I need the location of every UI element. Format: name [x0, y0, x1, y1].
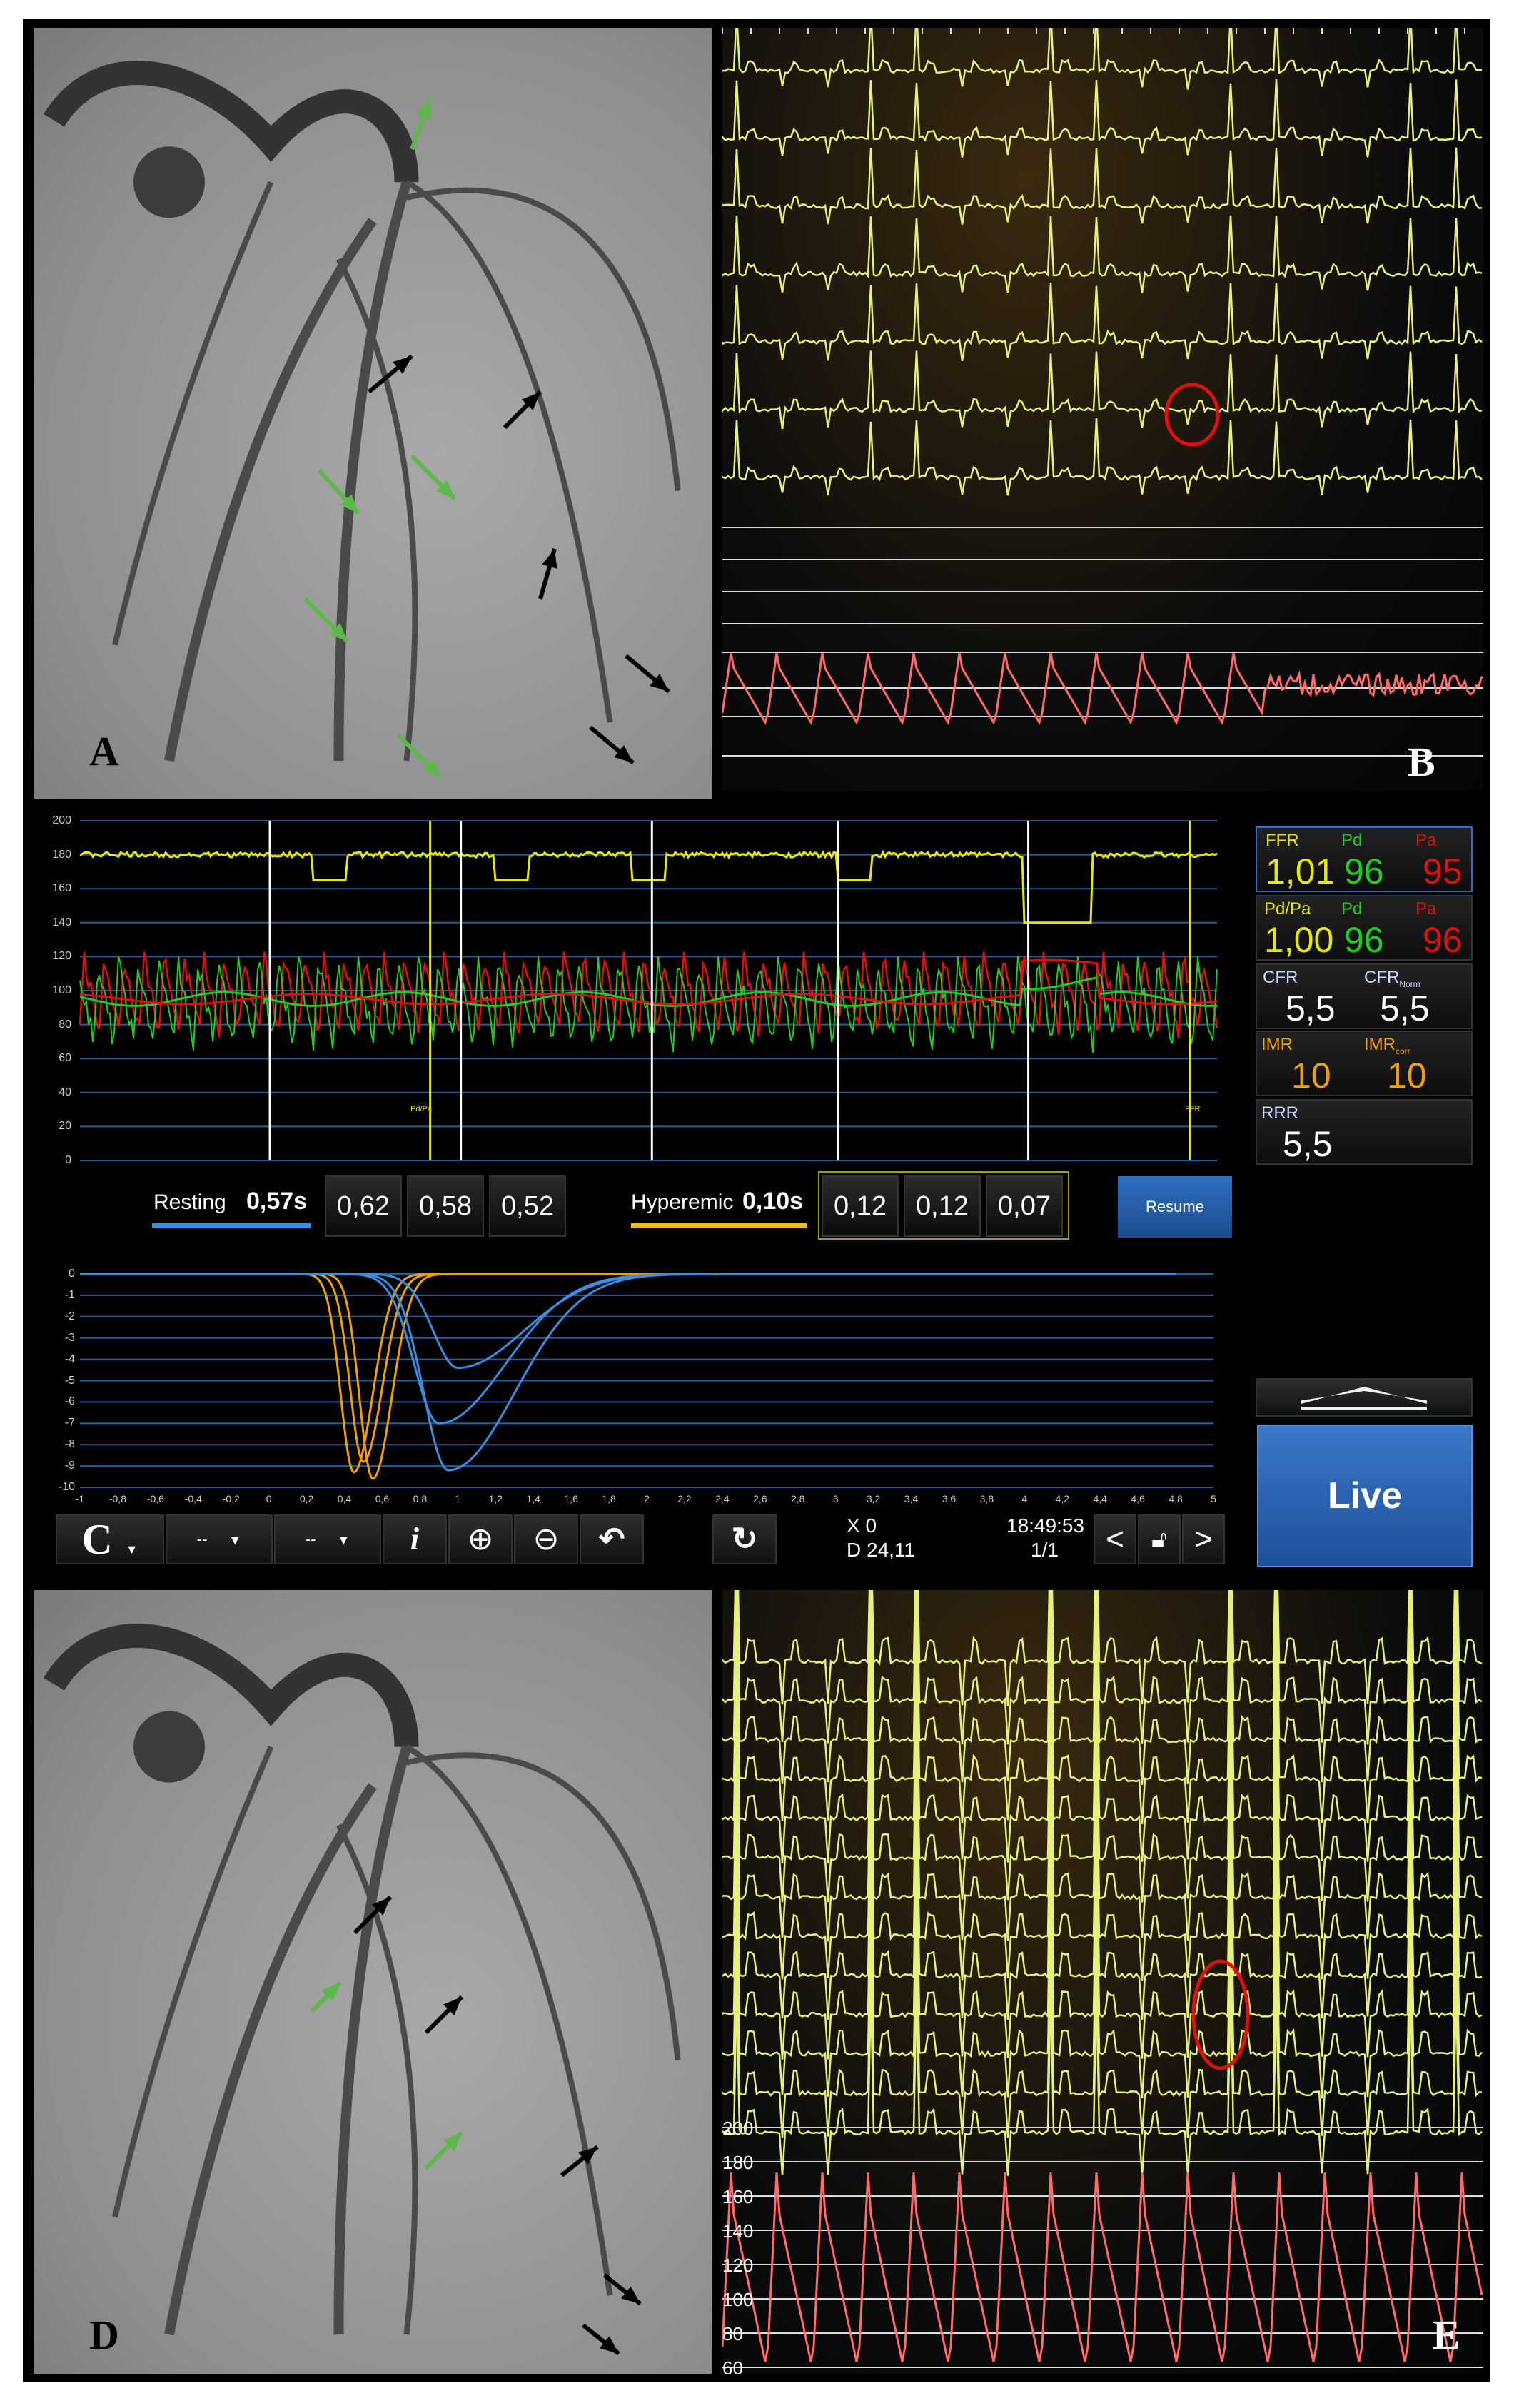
prev-button[interactable]: <	[1094, 1514, 1136, 1564]
chevron-up-icon	[1301, 1387, 1427, 1404]
x-tick-label: 1	[455, 1493, 461, 1504]
y-tick-label: -8	[64, 1438, 75, 1451]
y-tick-label: 120	[722, 2255, 754, 2276]
expand-button[interactable]	[1256, 1378, 1473, 1417]
x-tick-label: 2	[644, 1493, 650, 1504]
lock-icon: 🔓︎	[1151, 1526, 1168, 1553]
x-tick-label: 1,6	[564, 1493, 578, 1504]
lock-button[interactable]: 🔓︎	[1138, 1514, 1181, 1564]
x-tick-label: -0,2	[222, 1493, 240, 1504]
aortic-root	[133, 1711, 205, 1783]
dropdown-3[interactable]: -- ▼	[274, 1514, 381, 1564]
redo-icon: ↻	[731, 1522, 758, 1557]
panel-label-e: E	[1433, 2312, 1460, 2358]
y-tick-label: 180	[722, 2152, 754, 2173]
y-tick-label: -9	[64, 1460, 75, 1472]
chevron-right-icon: >	[1194, 1522, 1213, 1557]
panel-label-d: D	[89, 2312, 119, 2358]
y-tick-label: 200	[722, 2118, 754, 2139]
x-tick-label: 0,8	[413, 1493, 428, 1504]
dropdown-2[interactable]: -- ▼	[166, 1514, 273, 1564]
chevron-down-icon: ▼	[228, 1533, 242, 1547]
panel-c-dropdown[interactable]: C ▼	[56, 1514, 164, 1564]
y-tick-label: -6	[64, 1395, 75, 1408]
zoom-out-icon: ⊖	[533, 1522, 560, 1557]
panel-d-angiogram: D	[34, 1590, 712, 2374]
coronary-branch	[112, 1746, 274, 2218]
x-tick-label: 1,8	[602, 1493, 616, 1504]
x-tick-label: 4,4	[1093, 1493, 1107, 1504]
x-tick-label: 0,6	[375, 1493, 390, 1504]
thermodilution-curve	[80, 1273, 1176, 1463]
y-tick-label: -5	[64, 1374, 75, 1387]
zoom-in-icon: ⊕	[467, 1522, 494, 1557]
x-tick-label: -0,4	[184, 1493, 202, 1504]
x-tick-label: 3,4	[904, 1493, 919, 1504]
cursor-x: X 0	[847, 1514, 877, 1537]
page-indicator: 1/1	[1031, 1539, 1059, 1561]
thermodilution-curve	[80, 1273, 1176, 1370]
x-tick-label: 4,6	[1131, 1493, 1145, 1504]
ecg-lead-trace	[722, 1590, 1483, 1745]
x-tick-label: 2,2	[677, 1493, 692, 1504]
info-button[interactable]: i	[383, 1514, 447, 1564]
undo-button[interactable]: ↶	[580, 1514, 644, 1564]
x-tick-label: -0,6	[146, 1493, 164, 1504]
thermodilution-curve	[80, 1273, 1176, 1474]
y-tick-label: -3	[64, 1331, 75, 1344]
info-icon: i	[410, 1522, 420, 1557]
x-tick-label: -1	[75, 1493, 85, 1504]
x-tick-label: 2,4	[715, 1493, 730, 1504]
x-tick-label: 3,8	[979, 1493, 994, 1504]
cursor-d: D 24,11	[847, 1539, 915, 1561]
y-tick-label: -4	[64, 1352, 75, 1365]
x-tick-label: 3,2	[866, 1493, 881, 1504]
y-tick-label: 100	[722, 2289, 754, 2310]
ecg-traces	[722, 1590, 1483, 2368]
chevron-down-icon: ▼	[125, 1542, 138, 1557]
live-button[interactable]: Live	[1257, 1425, 1473, 1567]
y-tick-label: 160	[722, 2186, 754, 2207]
thermodilution-curve	[80, 1273, 1176, 1425]
coronary-vessels	[43, 1624, 681, 2356]
bar-icon	[1301, 1407, 1427, 1410]
x-tick-label: 0	[266, 1493, 272, 1504]
left-main-artery	[43, 1624, 419, 1748]
x-tick-label: 1,2	[488, 1493, 503, 1504]
x-tick-label: 3,6	[942, 1493, 957, 1504]
y-tick-label: 0	[69, 1268, 75, 1280]
x-tick-label: 4,8	[1169, 1493, 1183, 1504]
x-tick-label: -0,8	[108, 1493, 126, 1504]
thermodilution-curve	[80, 1273, 1176, 1480]
y-tick-label: -7	[64, 1417, 75, 1430]
x-tick-label: 4,2	[1055, 1493, 1069, 1504]
chevron-down-icon: ▼	[337, 1533, 350, 1547]
x-tick-label: 2,8	[790, 1493, 805, 1504]
ecg-lead-trace	[722, 1590, 1483, 1706]
y-tick-label: 60	[722, 2357, 743, 2374]
panel-label-c: C	[81, 1516, 113, 1563]
x-tick-label: 4	[1021, 1493, 1028, 1504]
redo-button[interactable]: ↻	[712, 1514, 777, 1564]
y-tick-label: -10	[58, 1481, 75, 1493]
panel-e-ecg: 200 180 160 140 120 100 80 60 E	[722, 1590, 1483, 2374]
thermodilution-curve	[80, 1273, 1176, 1472]
x-tick-label: 1,4	[526, 1493, 540, 1504]
chevron-left-icon: <	[1106, 1522, 1124, 1557]
x-tick-label: 0,4	[337, 1493, 352, 1504]
coronary-branch	[333, 1745, 412, 2335]
next-button[interactable]: >	[1182, 1514, 1225, 1564]
y-tick-label: 80	[722, 2323, 743, 2344]
zoom-in-button[interactable]: ⊕	[448, 1514, 513, 1564]
undo-icon: ↶	[598, 1522, 625, 1557]
y-tick-label: 140	[722, 2220, 754, 2242]
x-tick-label: 3	[832, 1493, 839, 1504]
x-tick-label: 2,6	[753, 1493, 767, 1504]
y-tick-label: -1	[64, 1288, 75, 1301]
x-tick-label: 5	[1211, 1493, 1216, 1504]
y-tick-label: -2	[64, 1310, 75, 1322]
timestamp: 18:49:53	[1006, 1514, 1084, 1537]
zoom-out-button[interactable]: ⊖	[514, 1514, 578, 1564]
x-tick-label: 0,2	[299, 1493, 314, 1504]
